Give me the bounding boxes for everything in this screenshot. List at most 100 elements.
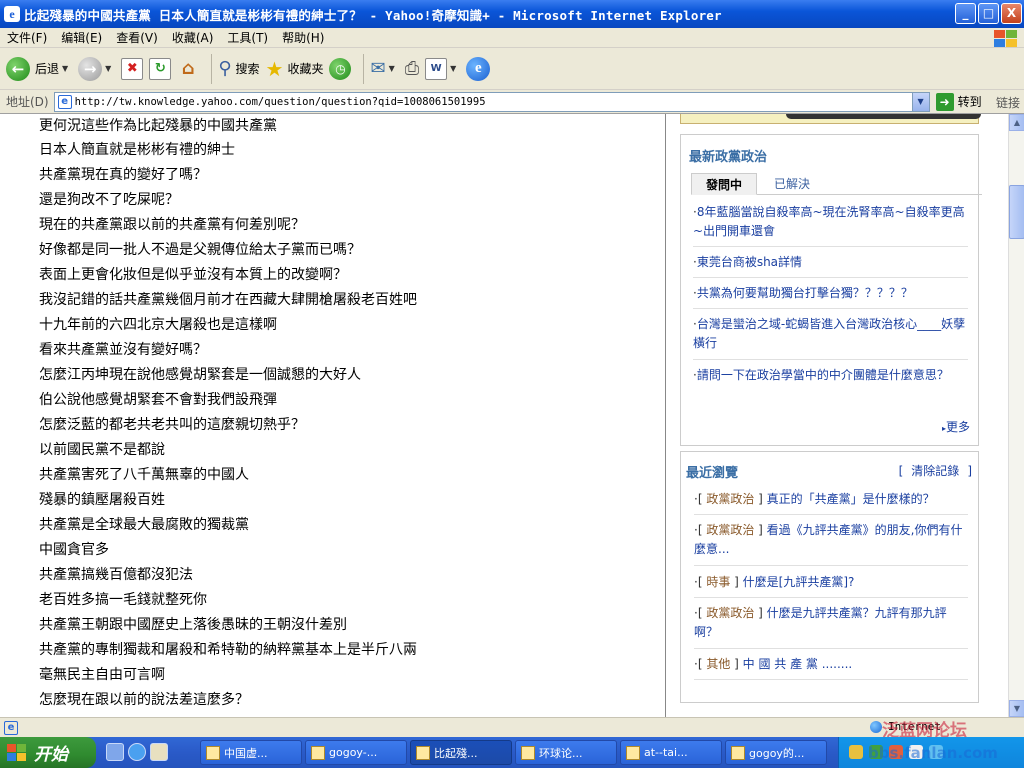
ie-app-icon[interactable]: e <box>4 6 20 22</box>
question-link[interactable]: ·東莞台商被sha詳情 <box>693 253 968 272</box>
mail-button[interactable]: ✉ ▼ <box>370 58 398 79</box>
recent-item[interactable]: ·[ 其他 ] 中 國 共 產 黨 ........ <box>694 655 968 674</box>
post-line: 共產黨害死了八千萬無辜的中國人 <box>39 467 249 483</box>
close-button[interactable]: X <box>1001 3 1022 24</box>
ie-quicklaunch-icon[interactable] <box>128 743 146 761</box>
address-bar: 地址(D) e http://tw.knowledge.yahoo.com/qu… <box>0 90 1024 114</box>
scroll-down-icon[interactable]: ▼ <box>1009 700 1024 717</box>
post-line: 伯公說他感覺胡緊套不會對我們設飛彈 <box>39 392 277 408</box>
post-line: 共產黨搞幾百億都沒犯法 <box>39 567 193 583</box>
recent-item[interactable]: ·[ 時事 ] 什麼是[九評共產黨]? <box>694 573 968 592</box>
tab-asking[interactable]: 發問中 <box>691 173 757 195</box>
menu-file[interactable]: 文件(F) <box>0 29 54 46</box>
start-label: 开始 <box>34 745 68 765</box>
clear-history-link[interactable]: [清除記錄] <box>899 462 972 479</box>
refresh-button[interactable]: ↻ <box>149 57 172 80</box>
recent-item-category[interactable]: 時事 <box>706 575 730 589</box>
mail-dropdown-icon[interactable]: ▼ <box>389 64 395 73</box>
print-button[interactable]: ⎙ <box>405 58 419 79</box>
windows-flag-icon <box>992 29 1018 47</box>
menu-tools[interactable]: 工具(T) <box>220 29 275 46</box>
task-button[interactable]: gogoy-... <box>305 740 407 765</box>
menu-favorites[interactable]: 收藏(A) <box>165 29 221 46</box>
address-label: 地址(D) <box>6 95 49 109</box>
scroll-up-icon[interactable]: ▲ <box>1009 114 1024 131</box>
recent-item-title[interactable]: 中 國 共 產 黨 ........ <box>743 657 853 671</box>
post-line: 好像都是同一批人不過是父親傳位給太子黨而已嗎？ <box>39 242 361 258</box>
recent-item-category[interactable]: 政黨政治 <box>706 523 754 537</box>
task-button[interactable]: 环球论... <box>515 740 617 765</box>
start-button[interactable]: 开始 <box>0 737 96 768</box>
vertical-scrollbar[interactable]: ▲ ▼ <box>1008 114 1024 717</box>
back-dropdown-icon[interactable]: ▼ <box>62 64 68 73</box>
menu-view[interactable]: 查看(V) <box>109 29 165 46</box>
mail-icon: ✉ <box>370 58 386 79</box>
favorites-button[interactable]: ★ 收藏夹 <box>266 57 324 81</box>
go-button[interactable]: 转到 <box>958 93 982 110</box>
address-url[interactable]: http://tw.knowledge.yahoo.com/question/q… <box>75 96 486 108</box>
forward-button[interactable]: → ▼ <box>78 56 115 81</box>
edit-button[interactable]: W ▼ <box>425 57 460 80</box>
task-button[interactable]: 中国虚... <box>200 740 302 765</box>
post-line: 共產黨是全球最大最腐敗的獨裁黨 <box>39 517 249 533</box>
back-label: 后退 <box>35 62 60 76</box>
media-icon[interactable] <box>150 743 168 761</box>
post-line: 看來共產黨並沒有變好嗎？ <box>39 342 207 358</box>
window-icon <box>416 745 430 760</box>
edit-dropdown-icon[interactable]: ▼ <box>450 64 456 73</box>
recent-views-box: 最近瀏覽 [清除記錄] ·[ 政黨政治 ] 真正的「共產黨」是什麼樣的？ ·[ 政… <box>680 451 979 703</box>
menu-edit[interactable]: 编辑(E) <box>54 29 109 46</box>
search-button[interactable]: ⚲ 搜索 <box>218 58 259 79</box>
tray-icon[interactable] <box>849 745 863 759</box>
back-button[interactable]: ← 后退 ▼ <box>6 56 72 81</box>
desktop-icon[interactable] <box>106 743 124 761</box>
ie-logo-icon: e <box>466 56 491 81</box>
minimize-button[interactable]: _ <box>955 3 976 24</box>
ie-button[interactable]: e <box>466 56 491 81</box>
maximize-button[interactable]: □ <box>978 3 999 24</box>
task-button[interactable]: at--tai... <box>620 740 722 765</box>
post-line: 怎麼江丙坤現在說他感覺胡緊套是一個誠懇的大好人 <box>39 367 361 383</box>
question-link[interactable]: ·請問一下在政治學當中的中介團體是什麼意思？ <box>693 366 968 385</box>
recent-item[interactable]: ·[ 政黨政治 ] 看過《九評共產黨》的朋友,你們有什麼意... <box>694 521 968 559</box>
menu-help[interactable]: 帮助(H) <box>275 29 331 46</box>
scroll-thumb[interactable] <box>1009 185 1024 239</box>
question-link[interactable]: ·8年藍腦當說自殺率高~現在洗腎率高~自殺率更高~出門開車還會 <box>693 203 968 241</box>
history-button[interactable]: ◷ <box>329 57 352 80</box>
search-label: 搜索 <box>235 62 260 76</box>
task-button[interactable]: 比起殘... <box>410 740 512 765</box>
latest-politics-box: 最新政黨政治 發問中 已解決 ·8年藍腦當說自殺率高~現在洗腎率高~自殺率更高~… <box>680 134 982 446</box>
go-arrow-icon[interactable]: ➜ <box>935 92 954 111</box>
word-edit-icon: W <box>425 57 448 80</box>
watermark-url: bbs.fanlan.com <box>868 744 998 762</box>
refresh-icon: ↻ <box>149 57 172 80</box>
post-line: 共產黨王朝跟中國歷史上落後愚昧的王朝沒什差別 <box>39 617 347 633</box>
tab-resolved[interactable]: 已解決 <box>767 173 817 195</box>
recent-item[interactable]: ·[ 政黨政治 ] 真正的「共產黨」是什麼樣的？ <box>694 490 968 509</box>
recent-item-title[interactable]: 真正的「共產黨」是什麼樣的？ <box>767 492 935 506</box>
recent-item-category[interactable]: 政黨政治 <box>706 606 754 620</box>
window-icon <box>521 745 535 760</box>
question-body: 更何況這些作為比起殘暴的中國共產黨 日本人簡直就是彬彬有禮的紳士 共產黨現在真的變好… <box>0 114 666 717</box>
question-link[interactable]: ·台灣是蠻治之域-蛇蝎皆進入台灣政治核心____妖孽橫行 <box>693 315 968 353</box>
recent-item[interactable]: ·[ 政黨政治 ] 什麼是九評共產黨？九評有那九評啊？ <box>694 604 968 642</box>
post-line: 共產黨的專制獨裁和屠殺和希特勒的納粹黨基本上是半斤八兩 <box>39 642 417 658</box>
question-link[interactable]: ·共黨為何要幫助獨台打擊台獨？？？？？ <box>693 284 968 303</box>
recent-item-category[interactable]: 政黨政治 <box>706 492 754 506</box>
forward-dropdown-icon[interactable]: ▼ <box>105 64 111 73</box>
links-toolbar[interactable]: 链接 <box>996 94 1020 111</box>
home-button[interactable]: ⌂ <box>177 58 199 80</box>
post-line: 表面上更會化妝但是似乎並沒有本質上的改變啊？ <box>39 267 347 283</box>
task-button[interactable]: gogoy的... <box>725 740 827 765</box>
recent-item-category[interactable]: 其他 <box>706 657 730 671</box>
post-line: 還是狗改不了吃屎呢？ <box>39 192 179 208</box>
stop-button[interactable]: ✖ <box>121 57 144 80</box>
more-link[interactable]: ▸更多 <box>942 418 970 435</box>
quick-launch <box>106 743 168 761</box>
address-dropdown-icon[interactable]: ▼ <box>911 92 929 111</box>
latest-politics-title: 最新政黨政治 <box>689 150 768 165</box>
window-icon <box>206 745 220 760</box>
address-field[interactable]: e http://tw.knowledge.yahoo.com/question… <box>53 91 930 112</box>
recent-item-title[interactable]: 什麼是[九評共產黨]? <box>743 575 855 589</box>
post-line: 日本人簡直就是彬彬有禮的紳士 <box>39 142 235 158</box>
